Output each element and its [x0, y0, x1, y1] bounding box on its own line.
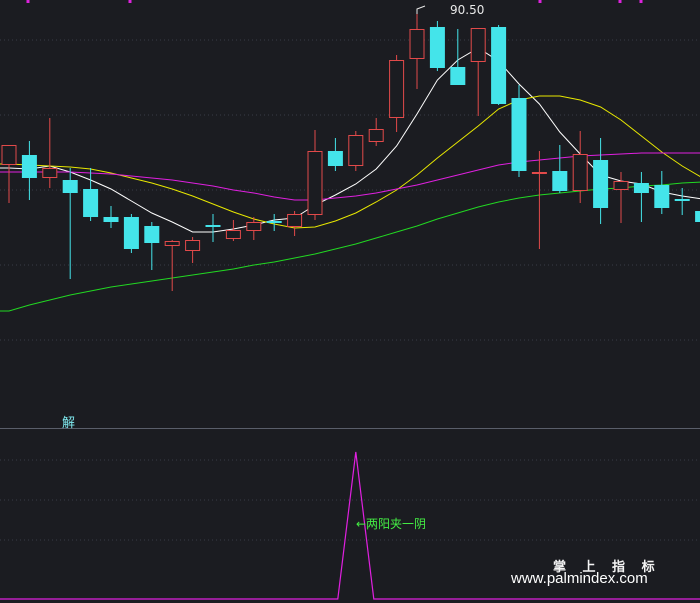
candle-33	[674, 188, 690, 215]
candle-body-30	[613, 181, 629, 190]
candle-29	[593, 138, 609, 224]
candle-body-28	[572, 154, 588, 191]
candle-5	[103, 206, 119, 228]
candle-3	[62, 168, 78, 279]
candle-body-9	[185, 240, 201, 251]
candle-body-7	[144, 226, 160, 243]
candle-body-21	[429, 27, 445, 68]
candle-14	[287, 211, 303, 236]
candle-body-13	[266, 221, 282, 223]
top-edge-markers	[26, 0, 643, 3]
candle-body-24	[491, 27, 507, 104]
candle-body-3	[62, 180, 78, 193]
top-marker-2	[538, 0, 542, 3]
top-marker-3	[618, 0, 622, 3]
max-price-label: 90.50	[450, 3, 485, 17]
candle-0	[1, 145, 17, 203]
grid-layer	[0, 39, 700, 541]
candle-17	[348, 131, 364, 171]
top-marker-0	[26, 0, 30, 3]
candle-body-22	[450, 67, 466, 85]
top-marker-1	[128, 0, 132, 3]
candle-body-19	[389, 60, 405, 118]
candle-26	[531, 151, 547, 249]
candle-9	[185, 237, 201, 263]
indicator-name-label: 解	[62, 416, 76, 431]
candle-body-23	[470, 28, 486, 62]
candle-1	[21, 141, 37, 200]
max-price-marker	[416, 5, 426, 14]
candle-body-20	[409, 29, 425, 59]
stock-chart	[0, 0, 700, 600]
candle-28	[572, 131, 588, 203]
candle-body-4	[83, 189, 99, 217]
candle-4	[83, 168, 99, 221]
watermark-url: www.palmindex.com	[511, 570, 648, 587]
candle-body-6	[123, 217, 139, 249]
candle-body-32	[654, 185, 670, 208]
candle-body-34	[695, 211, 700, 222]
candle-7	[144, 222, 160, 270]
candle-19	[389, 55, 405, 132]
candle-8	[164, 240, 180, 291]
candle-body-14	[287, 214, 303, 227]
candle-body-1	[21, 155, 37, 178]
candle-10	[205, 214, 221, 242]
candle-body-0	[1, 145, 17, 165]
candle-2	[42, 118, 58, 188]
candle-body-25	[511, 98, 527, 171]
candle-body-26	[531, 172, 547, 174]
top-marker-4	[639, 0, 643, 3]
candle-20	[409, 14, 425, 89]
candle-body-15	[307, 151, 323, 215]
candle-body-5	[103, 217, 119, 222]
candle-23	[470, 28, 486, 116]
candle-body-31	[633, 183, 649, 193]
candle-6	[123, 214, 139, 253]
candle-body-2	[42, 168, 58, 178]
candle-15	[307, 130, 323, 220]
candle-body-8	[164, 241, 180, 246]
candle-18	[368, 118, 384, 146]
candle-25	[511, 85, 527, 177]
candle-body-16	[327, 151, 343, 166]
candle-31	[633, 172, 649, 222]
candle-16	[327, 138, 343, 171]
candle-body-18	[368, 129, 384, 142]
candle-body-33	[674, 199, 690, 201]
candle-body-10	[205, 225, 221, 227]
candle-11	[225, 220, 241, 241]
candle-21	[429, 21, 445, 71]
candle-32	[654, 171, 670, 214]
candlestick-series	[1, 5, 700, 291]
candle-body-17	[348, 135, 364, 166]
candle-27	[552, 145, 568, 193]
candle-body-29	[593, 160, 609, 208]
candle-body-27	[552, 171, 568, 191]
candle-34	[695, 211, 700, 222]
candle-body-11	[225, 230, 241, 239]
candle-13	[266, 214, 282, 231]
pattern-signal-label: ←两阳夹一阴	[356, 517, 427, 531]
candle-body-12	[246, 222, 262, 231]
candle-24	[491, 25, 507, 105]
